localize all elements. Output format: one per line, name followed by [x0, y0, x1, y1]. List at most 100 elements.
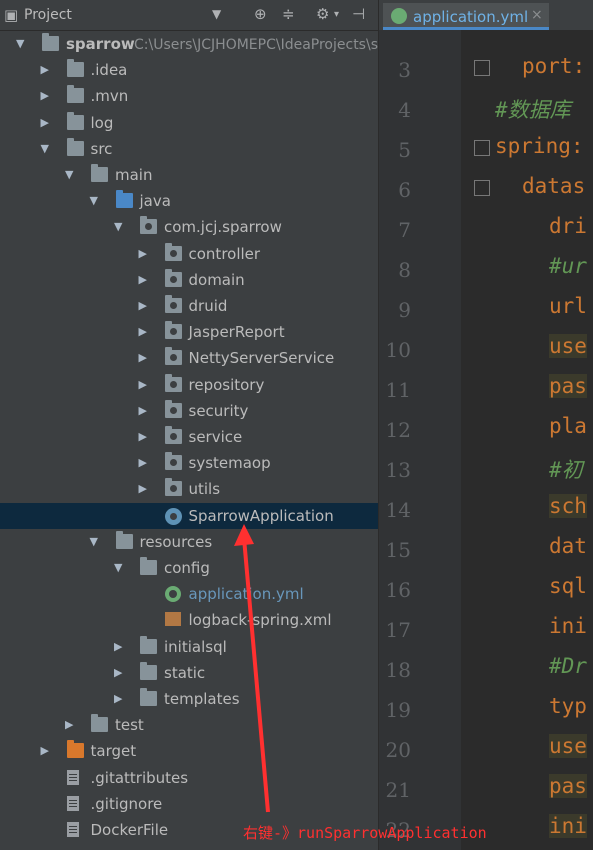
code-line[interactable]: url [549, 294, 587, 318]
code-line[interactable]: spring: [495, 134, 584, 158]
close-icon[interactable]: × [531, 7, 543, 23]
expand-arrow-icon[interactable]: ▼ [16, 37, 24, 50]
tree-item[interactable]: ▼ config [0, 555, 378, 581]
editor-area: application.yml × 3 4 5 6 7 8 9 10 11 12 13 14 15 16 1… [379, 0, 593, 850]
tab-application-yml[interactable]: application.yml × [383, 3, 549, 30]
tree-item[interactable]: ▶ controller [0, 241, 378, 267]
collapse-arrow-icon[interactable]: ▶ [41, 744, 49, 757]
tree-item-label: java [139, 192, 171, 211]
collapse-arrow-icon[interactable]: ▶ [139, 247, 147, 260]
line-number: 6 [398, 178, 411, 202]
code-line[interactable]: #Dr [549, 654, 587, 678]
tree-item[interactable]: ▶ druid [0, 293, 378, 319]
tree-item[interactable]: ▼ sparrow C:\Users\JCJHOMEPC\IdeaProjects\… [0, 31, 378, 57]
code-line[interactable]: use [549, 334, 587, 358]
tree-item-label: config [164, 559, 210, 577]
tree-item[interactable]: .gitattributes [0, 765, 378, 791]
tree-item[interactable]: ▶ test [0, 712, 378, 738]
tree-item-label: DockerFile [90, 821, 169, 839]
code-line[interactable]: pla [549, 414, 587, 438]
expand-arrow-icon[interactable]: ▼ [65, 168, 73, 181]
tree-item[interactable]: ▶ repository [0, 372, 378, 398]
code-line[interactable]: pas [549, 374, 587, 398]
code-line[interactable]: #数据库 [495, 94, 571, 124]
code-line[interactable]: use [549, 734, 587, 758]
tree-item[interactable]: ▶ service [0, 424, 378, 450]
tree-item[interactable]: .gitignore [0, 791, 378, 817]
collapse-arrow-icon[interactable]: ▶ [139, 325, 147, 338]
line-number: 4 [398, 98, 411, 122]
tree-item[interactable]: ▶ domain [0, 267, 378, 293]
collapse-arrow-icon[interactable]: ▶ [41, 89, 49, 102]
tree-item[interactable]: ▼ resources [0, 529, 378, 555]
tree-item[interactable]: SparrowApplication [0, 502, 378, 529]
tree-item[interactable]: ▶ templates [0, 686, 378, 712]
code-line[interactable]: #ur [549, 254, 587, 278]
tree-item[interactable]: ▼ main [0, 162, 378, 188]
code-line[interactable]: pas [549, 774, 587, 798]
collapse-arrow-icon[interactable]: ▶ [139, 482, 147, 495]
tree-item[interactable]: ▶ target [0, 738, 378, 764]
tree-item[interactable]: ▼ com.jcj.sparrow [0, 214, 378, 240]
collapse-arrow-icon[interactable]: ▶ [139, 378, 147, 391]
collapse-arrow-icon[interactable]: ▶ [41, 116, 49, 129]
tree-item[interactable]: ▶ .idea [0, 57, 378, 83]
hide-panel-icon[interactable]: ⊣ [352, 5, 365, 23]
fold-marker-icon[interactable] [474, 60, 490, 76]
tree-item[interactable]: ▼ src [0, 136, 378, 162]
expand-arrow-icon[interactable]: ▼ [90, 194, 98, 207]
collapse-all-icon[interactable]: ≑ [282, 5, 295, 23]
spring-boot-class-icon [164, 507, 182, 525]
project-panel-title[interactable]: Project [24, 7, 72, 23]
gear-dropdown-icon[interactable]: ▾ [334, 9, 339, 20]
tree-item[interactable]: logback-spring.xml [0, 607, 378, 633]
package-icon [164, 373, 182, 392]
tree-item[interactable]: ▶ JasperReport [0, 319, 378, 345]
project-view-icon[interactable]: ▣ [4, 6, 18, 24]
code-line[interactable]: sql [549, 574, 587, 598]
tree-item[interactable]: application.yml [0, 581, 378, 607]
chevron-down-icon[interactable]: ▼ [212, 7, 221, 21]
target-icon[interactable]: ⊕ [254, 5, 267, 23]
code-line[interactable]: datas [522, 174, 585, 198]
expand-arrow-icon[interactable]: ▼ [90, 535, 98, 548]
tree-item[interactable]: ▶ security [0, 398, 378, 424]
line-number: 7 [398, 218, 411, 242]
tree-item[interactable]: ▶ static [0, 660, 378, 686]
tree-item-label: domain [188, 270, 245, 289]
expand-arrow-icon[interactable]: ▼ [41, 142, 49, 155]
code-line[interactable]: ini [549, 614, 587, 638]
tree-item[interactable]: ▼ java [0, 188, 378, 214]
code-line[interactable]: ini [549, 814, 587, 838]
folder-icon [66, 85, 84, 104]
collapse-arrow-icon[interactable]: ▶ [139, 273, 147, 286]
package-icon [164, 452, 182, 471]
collapse-arrow-icon[interactable]: ▶ [41, 63, 49, 76]
code-line[interactable]: typ [549, 694, 587, 718]
fold-marker-icon[interactable] [474, 180, 490, 196]
collapse-arrow-icon[interactable]: ▶ [139, 456, 147, 469]
tree-item[interactable]: ▶ .mvn [0, 83, 378, 109]
code-line[interactable]: port: [522, 54, 585, 78]
code-line[interactable]: dri [549, 214, 587, 238]
tree-item[interactable]: ▶ systemaop [0, 450, 378, 476]
collapse-arrow-icon[interactable]: ▶ [65, 718, 73, 731]
fold-marker-icon[interactable] [474, 140, 490, 156]
code-line[interactable]: sch [549, 494, 587, 518]
tree-item[interactable]: ▶ utils [0, 476, 378, 502]
gear-icon[interactable]: ⚙ [316, 5, 329, 23]
collapse-arrow-icon[interactable]: ▶ [139, 351, 147, 364]
collapse-arrow-icon[interactable]: ▶ [114, 640, 122, 653]
collapse-arrow-icon[interactable]: ▶ [139, 299, 147, 312]
tree-item[interactable]: ▶ initialsql [0, 634, 378, 660]
collapse-arrow-icon[interactable]: ▶ [139, 430, 147, 443]
code-line[interactable]: dat [549, 534, 587, 558]
code-line[interactable]: #初 [549, 454, 583, 484]
collapse-arrow-icon[interactable]: ▶ [114, 666, 122, 679]
tree-item[interactable]: ▶ NettyServerService [0, 345, 378, 371]
collapse-arrow-icon[interactable]: ▶ [139, 404, 147, 417]
collapse-arrow-icon[interactable]: ▶ [114, 692, 122, 705]
tree-item[interactable]: ▶ log [0, 110, 378, 136]
expand-arrow-icon[interactable]: ▼ [114, 220, 122, 233]
expand-arrow-icon[interactable]: ▼ [114, 561, 122, 574]
